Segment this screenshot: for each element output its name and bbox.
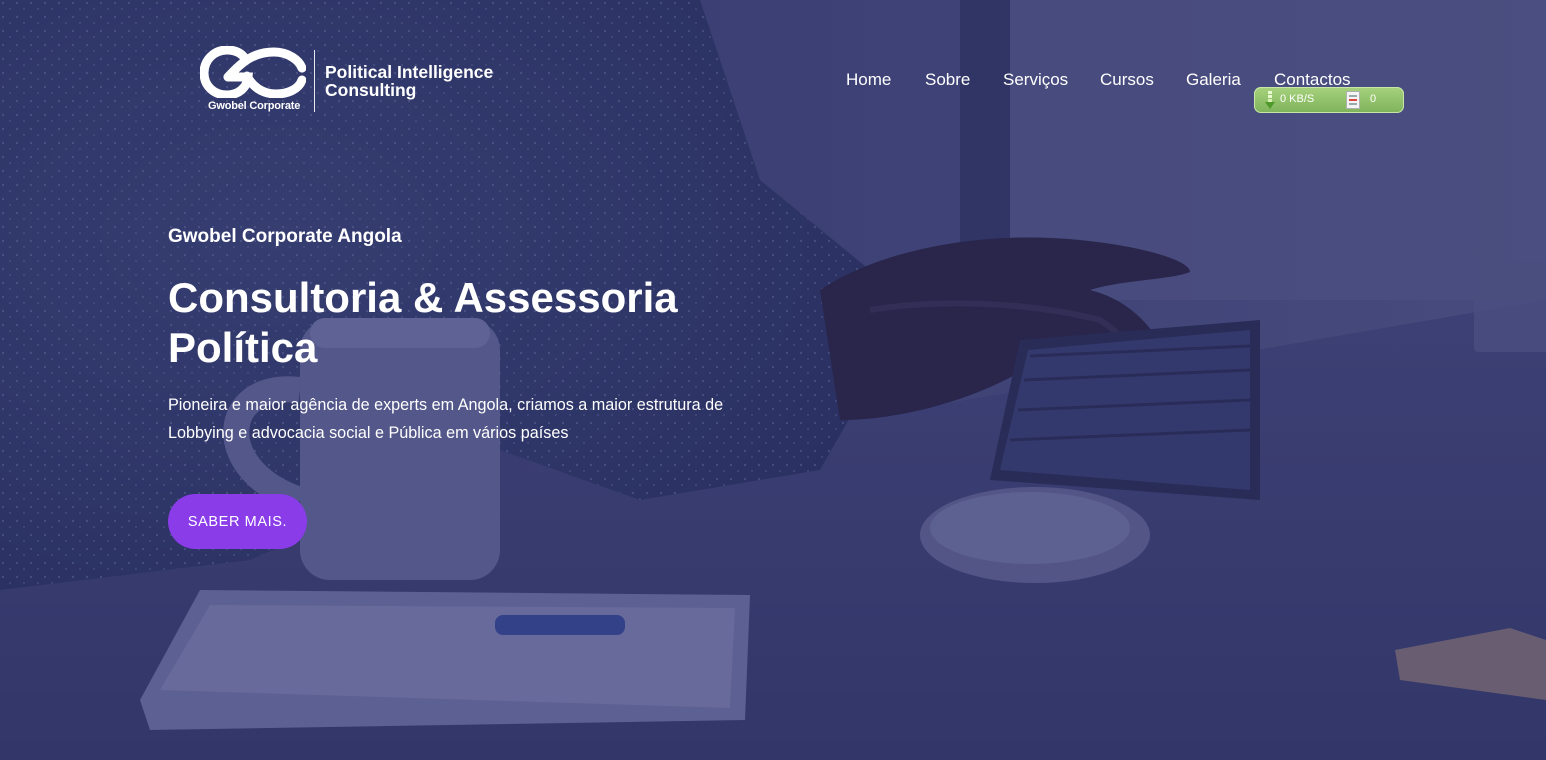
saber-mais-button[interactable]: SABER MAIS. xyxy=(168,494,307,549)
logo-tagline-line2: Consulting xyxy=(325,80,417,100)
hero-section: Gwobel Corporate Political Intelligence … xyxy=(0,0,1546,760)
nav-home[interactable]: Home xyxy=(846,70,891,90)
nav-cursos[interactable]: Cursos xyxy=(1100,70,1154,90)
logo-tagline: Political Intelligence Consulting xyxy=(325,63,493,99)
hero-headline-line1: Consultoria & Assessoria xyxy=(168,274,678,321)
logo-company-name: Gwobel Corporate xyxy=(208,100,301,112)
download-speed-widget[interactable]: 0 KB/S 0 xyxy=(1254,87,1404,113)
hero-headline-line2: Política xyxy=(168,324,318,371)
logo[interactable]: Gwobel Corporate Political Intelligence … xyxy=(200,46,530,118)
hero-description: Pioneira e maior agência de experts em A… xyxy=(168,396,724,442)
download-speed-value: 0 KB/S xyxy=(1280,93,1315,105)
hero-headline: Consultoria & Assessoria Política xyxy=(168,273,728,373)
logo-divider xyxy=(314,50,315,112)
task-list-icon xyxy=(1346,91,1360,109)
nav-sobre[interactable]: Sobre xyxy=(925,70,970,90)
download-arrow-icon xyxy=(1265,91,1275,109)
hero-eyebrow: Gwobel Corporate Angola xyxy=(168,226,402,247)
nav-servicos[interactable]: Serviços xyxy=(1003,70,1068,90)
nav-galeria[interactable]: Galeria xyxy=(1186,70,1241,90)
logo-tagline-line1: Political Intelligence xyxy=(325,62,494,82)
task-count-value: 0 xyxy=(1370,93,1377,105)
gc-logo-icon xyxy=(200,46,306,98)
